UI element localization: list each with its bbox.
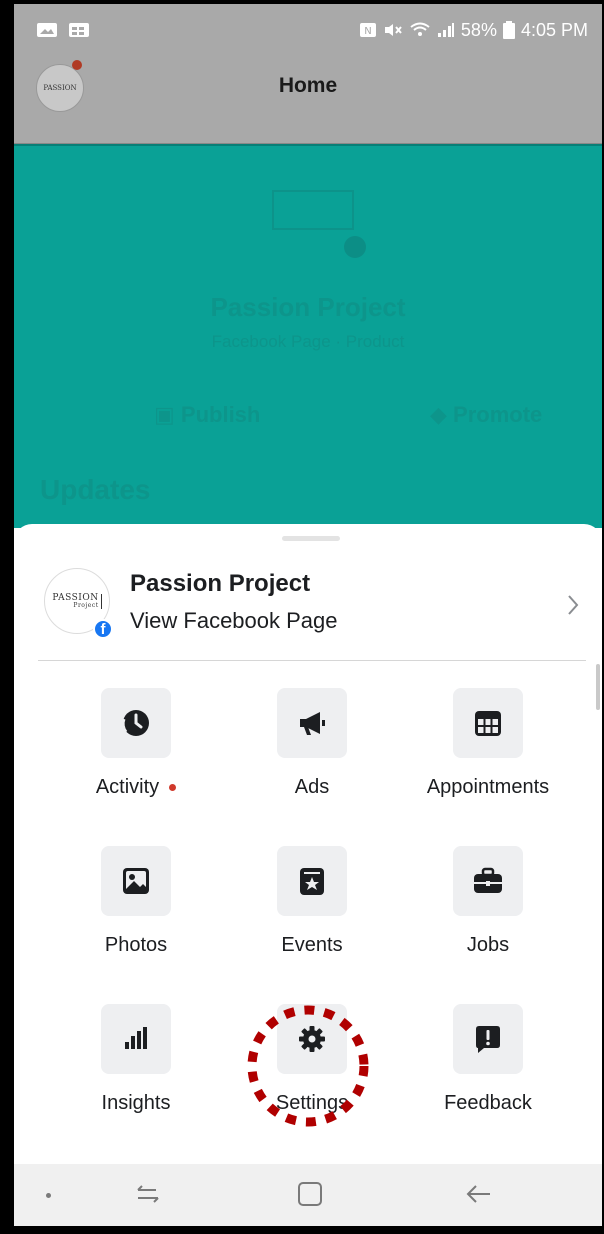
page-logo: PASSION Project <box>52 593 102 609</box>
app-bar-title: Home <box>278 74 338 97</box>
status-bar: N 58% 4:05 PM <box>14 4 602 56</box>
briefcase-icon <box>474 867 502 893</box>
insights-icon-box <box>101 1004 171 1074</box>
tile-insights[interactable]: Insights <box>46 1004 226 1146</box>
page-header-background: Passion Project Facebook Page · Product … <box>14 144 602 528</box>
nfc-icon: N <box>359 23 376 37</box>
settings-highlight-annotation <box>247 1005 369 1127</box>
feedback-icon-box <box>453 1004 523 1074</box>
calendar-notification-icon <box>69 23 89 37</box>
tile-events[interactable]: Events <box>222 846 402 988</box>
gallery-notification-icon <box>37 23 57 37</box>
tile-appointments-label: Appointments <box>426 776 550 798</box>
promote-icon: ◆ <box>430 402 454 427</box>
status-bar-left <box>36 22 90 38</box>
promote-button: ◆ Promote <box>430 402 542 428</box>
tile-photos-label: Photos <box>104 934 168 956</box>
promote-label: Promote <box>453 402 543 427</box>
appointments-icon-box <box>453 688 523 758</box>
battery-percent: 58% <box>460 19 497 40</box>
facebook-logo-icon: f <box>93 619 113 639</box>
tile-feedback[interactable]: Feedback <box>398 1004 578 1146</box>
clock: 4:05 PM <box>520 19 588 40</box>
tile-appointments[interactable]: Appointments <box>398 688 578 830</box>
updates-heading: Updates <box>40 474 151 505</box>
ads-icon-box <box>277 688 347 758</box>
activity-label-text: Activity <box>95 776 160 798</box>
top-app-bar: PASSION Home <box>14 56 602 144</box>
calendar-icon <box>475 711 501 736</box>
battery-icon <box>502 21 515 39</box>
screen: N 58% 4:05 PM PASSION Home Passion Proje… <box>14 4 602 1226</box>
page-profile-avatar: PASSION Project f <box>44 568 113 639</box>
tile-activity[interactable]: Activity <box>46 688 226 830</box>
view-facebook-page-link[interactable]: View Facebook Page <box>130 608 338 634</box>
tile-jobs[interactable]: Jobs <box>398 846 578 988</box>
jobs-icon-box <box>453 846 523 916</box>
bar-chart-icon <box>125 1027 147 1049</box>
facebook-badge-icon <box>344 236 366 258</box>
event-star-icon <box>300 868 324 895</box>
tile-ads[interactable]: Ads <box>222 688 402 830</box>
publish-label: Publish <box>180 402 261 427</box>
chevron-right-icon <box>568 595 579 615</box>
notification-dot <box>72 60 82 70</box>
system-nav-bar <box>14 1164 602 1226</box>
background-page-name: Passion Project <box>210 292 406 322</box>
tile-ads-label: Ads <box>294 776 330 798</box>
tile-insights-label: Insights <box>101 1092 171 1114</box>
view-facebook-page-row[interactable]: PASSION Project f Passion Project View F… <box>38 560 586 658</box>
nav-dot-indicator <box>46 1193 51 1198</box>
page-logo-subtext: Project <box>73 601 99 609</box>
back-arrow-icon[interactable] <box>464 1180 494 1208</box>
events-icon-box <box>277 846 347 916</box>
device-frame: N 58% 4:05 PM PASSION Home Passion Proje… <box>0 0 604 1234</box>
sheet-scrollbar[interactable] <box>596 664 600 710</box>
publish-icon: ▣ <box>154 402 181 427</box>
activity-icon-box <box>101 688 171 758</box>
photos-icon-box <box>101 846 171 916</box>
home-button-icon[interactable] <box>296 1180 324 1208</box>
recent-apps-icon[interactable] <box>134 1182 162 1208</box>
page-cover-logo <box>272 190 354 230</box>
activity-clock-icon <box>121 710 149 736</box>
activity-notification-dot <box>169 784 177 792</box>
mute-icon <box>384 24 402 36</box>
photo-icon <box>123 868 149 894</box>
facebook-logo-letter: f <box>100 620 106 638</box>
signal-icon <box>437 23 454 37</box>
sheet-drag-handle[interactable] <box>282 536 340 541</box>
svg-text:N: N <box>364 26 371 37</box>
publish-button: ▣ Publish <box>154 402 260 428</box>
tile-photos[interactable]: Photos <box>46 846 226 988</box>
tile-jobs-label: Jobs <box>466 934 510 956</box>
megaphone-icon <box>300 712 325 735</box>
page-name: Passion Project <box>130 570 311 597</box>
wifi-icon <box>410 22 430 36</box>
divider <box>38 660 586 661</box>
feedback-icon <box>476 1026 500 1053</box>
status-bar-right: N 58% 4:05 PM <box>359 20 588 41</box>
tile-activity-label: Activity <box>46 776 226 799</box>
tile-feedback-label: Feedback <box>444 1092 532 1114</box>
background-page-subtitle: Facebook Page · Product <box>211 332 405 351</box>
tile-events-label: Events <box>281 934 343 956</box>
